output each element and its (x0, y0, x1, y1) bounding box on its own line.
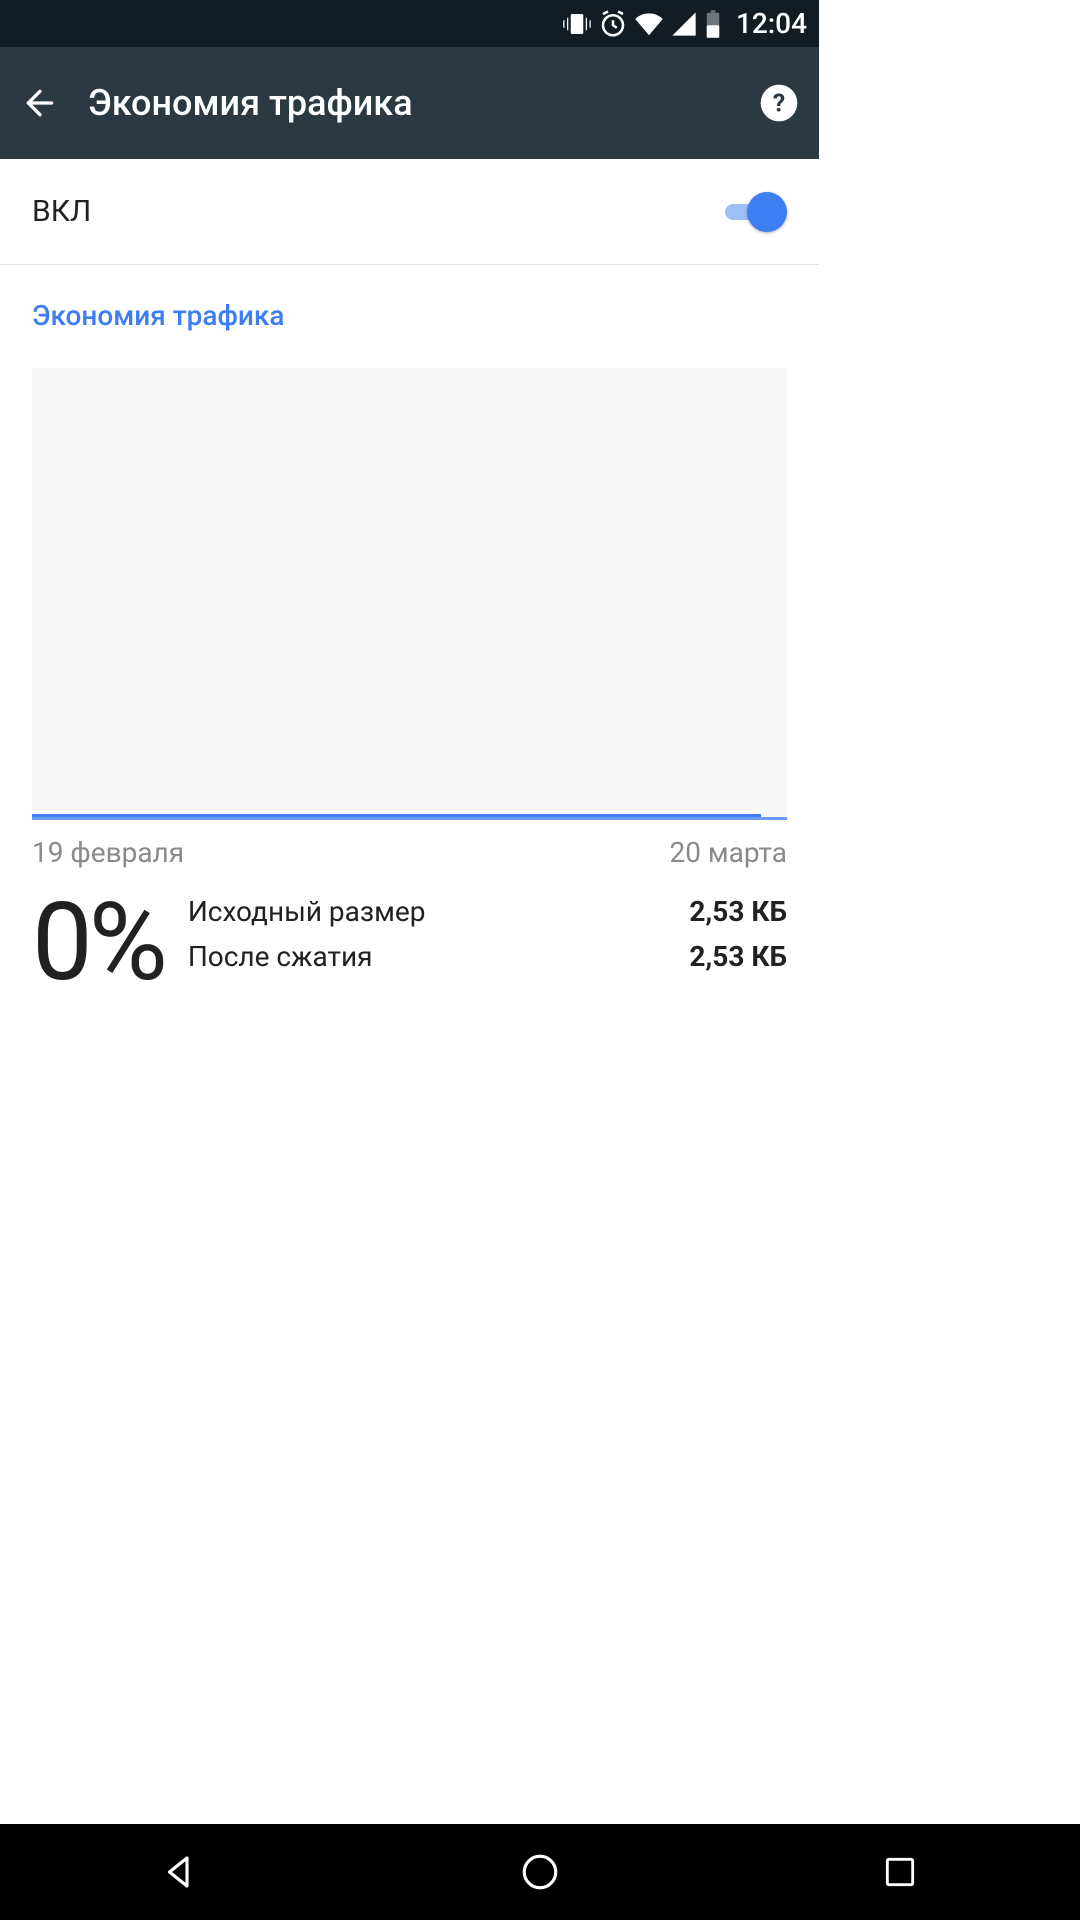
vibrate-icon (562, 9, 592, 39)
toggle-row[interactable]: ВКЛ (0, 159, 819, 265)
triangle-back-icon (159, 1851, 201, 1893)
square-recent-icon (881, 1853, 919, 1891)
help-icon: ? (759, 83, 799, 123)
stat-compressed-value: 2,53 КБ (689, 940, 787, 973)
svg-text:?: ? (773, 89, 785, 118)
savings-percent: 0% (32, 889, 164, 997)
status-clock: 12:04 (736, 7, 807, 40)
app-bar: Экономия трафика ? (0, 47, 819, 159)
circle-home-icon (519, 1851, 561, 1893)
stat-original-value: 2,53 КБ (689, 895, 787, 928)
stats-row: 0% Исходный размер 2,53 КБ После сжатия … (32, 889, 787, 997)
section-title: Экономия трафика (32, 299, 787, 332)
stat-original: Исходный размер 2,53 КБ (188, 895, 787, 928)
date-end: 20 марта (669, 836, 787, 869)
status-bar: 12:04 (0, 0, 819, 47)
page-title: Экономия трафика (88, 82, 731, 124)
signal-icon (670, 10, 698, 38)
stat-compressed: После сжатия 2,53 КБ (188, 940, 787, 973)
toggle-switch[interactable] (725, 192, 787, 232)
nav-recent-button[interactable] (870, 1842, 930, 1902)
nav-back-button[interactable] (150, 1842, 210, 1902)
back-button[interactable] (16, 79, 64, 127)
switch-thumb (747, 192, 787, 232)
chart-dates: 19 февраля 20 марта (32, 836, 787, 869)
toggle-label: ВКЛ (32, 194, 91, 229)
main-section: Экономия трафика 19 февраля 20 марта 0% … (0, 265, 819, 997)
nav-home-button[interactable] (510, 1842, 570, 1902)
alarm-icon (598, 9, 628, 39)
date-start: 19 февраля (32, 836, 184, 869)
savings-chart (32, 368, 787, 820)
stat-original-label: Исходный размер (188, 895, 426, 928)
battery-icon (704, 9, 722, 39)
system-nav-bar (0, 1824, 1080, 1920)
wifi-icon (634, 9, 664, 39)
help-button[interactable]: ? (755, 79, 803, 127)
stat-compressed-label: После сжатия (188, 940, 373, 973)
arrow-left-icon (20, 83, 60, 123)
stats-table: Исходный размер 2,53 КБ После сжатия 2,5… (188, 889, 787, 973)
